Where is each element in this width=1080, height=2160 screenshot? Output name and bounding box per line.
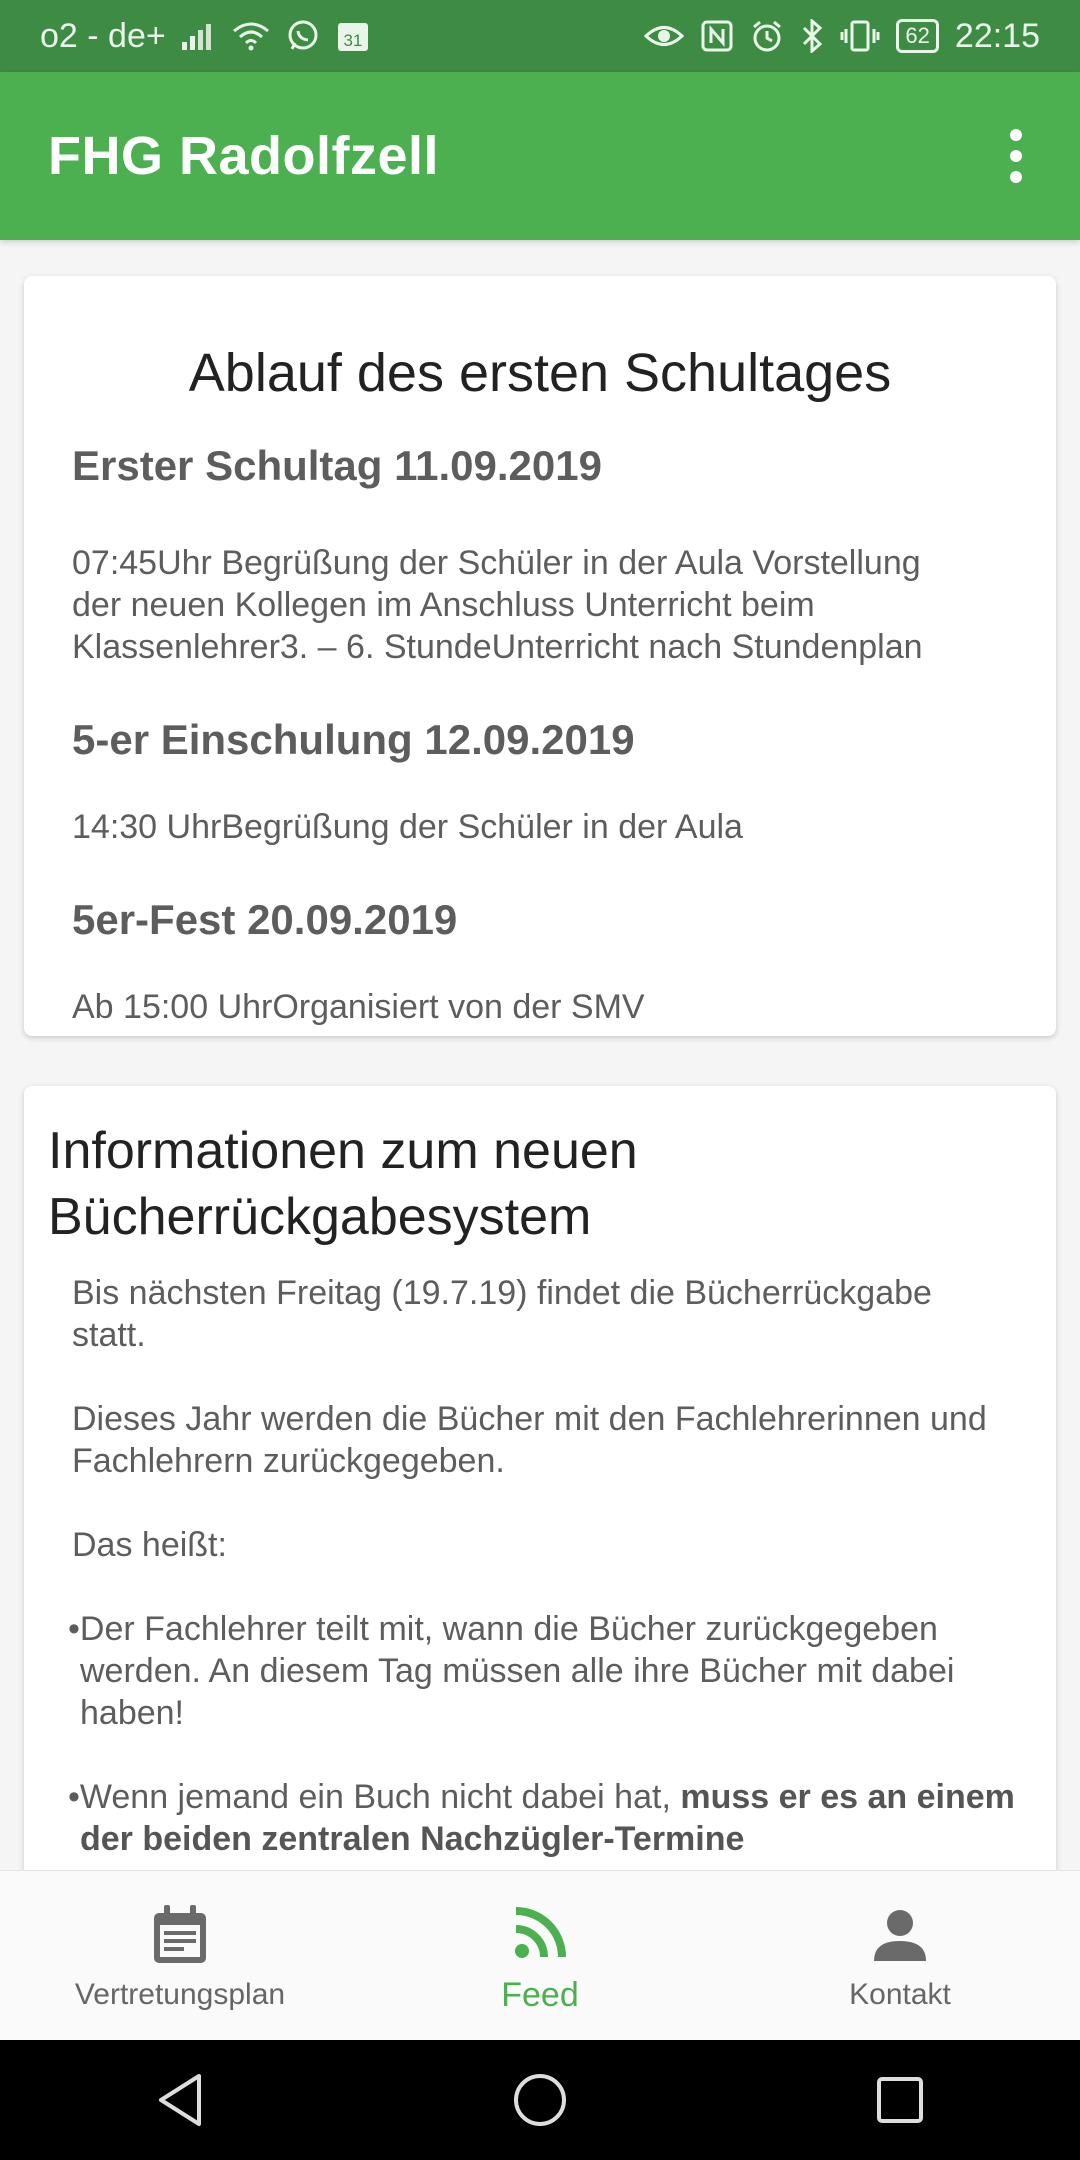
calendar-notification-icon: 31: [336, 16, 370, 56]
feed-card[interactable]: Ablauf des ersten Schultages Erster Schu…: [24, 276, 1056, 1036]
section-text-line: Ab 15:00 UhrOrganisiert von der SMV: [72, 988, 645, 1026]
recents-icon: [877, 2077, 923, 2123]
signal-icon: [181, 16, 216, 56]
calendar-icon: [150, 1900, 210, 1970]
alarm-icon: [750, 16, 784, 56]
home-icon: [514, 2074, 566, 2126]
card-title: Informationen zum neuen Bücherrückgabesy…: [48, 1118, 1008, 1250]
bottom-navigation: Vertretungsplan Feed Kontakt: [0, 1870, 1080, 2041]
status-bar: o2 - de+ 31 62 22:15: [0, 0, 1080, 72]
nav-vertretungsplan[interactable]: Vertretungsplan: [0, 1871, 360, 2041]
paragraph: Dieses Jahr werden die Bücher mit den Fa…: [72, 1400, 987, 1480]
nfc-icon: [700, 16, 734, 56]
eye-icon: [644, 16, 685, 56]
section-heading: 5-er Einschulung 12.09.2019: [72, 716, 635, 763]
wifi-icon: [232, 16, 270, 56]
clock: 22:15: [954, 16, 1040, 55]
battery-icon: 62: [896, 19, 939, 53]
nav-label: Feed: [501, 1975, 579, 2014]
nav-feed[interactable]: Feed: [360, 1871, 720, 2041]
app-title: FHG Radolfzell: [48, 126, 440, 186]
system-navigation-bar: [0, 2040, 1080, 2160]
overflow-menu-icon: [1010, 129, 1022, 141]
feed-card[interactable]: Informationen zum neuen Bücherrückgabesy…: [24, 1086, 1056, 1870]
rss-icon: [512, 1898, 568, 1968]
section-heading: Erster Schultag 11.09.2019: [72, 442, 602, 489]
section-text-line: Klassenlehrer3. – 6. StundeUnterricht na…: [72, 628, 923, 666]
nav-kontakt[interactable]: Kontakt: [720, 1871, 1080, 2041]
bluetooth-icon: [800, 16, 824, 56]
whatsapp-icon: [286, 16, 320, 56]
section-heading: 5er-Fest 20.09.2019: [72, 896, 458, 943]
status-bar-left: o2 - de+ 31: [40, 16, 370, 56]
paragraph: Das heißt:: [72, 1526, 227, 1564]
section-text-line: 14:30 UhrBegrüßung der Schüler in der Au…: [72, 808, 743, 846]
section-text-line: 07:45Uhr Begrüßung der Schüler in der Au…: [72, 544, 921, 582]
bullet-item: •Der Fachlehrer teilt mit, wann die Büch…: [68, 1610, 955, 1732]
nav-label: Kontakt: [849, 1978, 951, 2011]
back-button[interactable]: [140, 2060, 220, 2140]
status-bar-right: 62 22:15: [644, 16, 1040, 56]
paragraph: Bis nächsten Freitag (19.7.19) findet di…: [72, 1274, 932, 1354]
person-icon: [872, 1900, 928, 1970]
overflow-menu-button[interactable]: [1000, 119, 1032, 193]
app-bar: FHG Radolfzell: [0, 72, 1080, 240]
carrier-label: o2 - de+: [40, 16, 166, 55]
section-text-line: der neuen Kollegen im Anschluss Unterric…: [72, 586, 815, 624]
card-title-line: Informationen zum neuen: [48, 1122, 638, 1180]
nav-label: Vertretungsplan: [74, 1978, 286, 2011]
home-button[interactable]: [500, 2060, 580, 2140]
card-title-line: Bücherrückgabesystem: [48, 1188, 592, 1246]
back-icon: [159, 2074, 201, 2126]
calendar-day: 31: [343, 31, 362, 50]
bullet-text: •Wenn jemand ein Buch nicht dabei hat,: [68, 1778, 681, 1816]
vibrate-icon: [840, 16, 880, 56]
recents-button[interactable]: [860, 2060, 940, 2140]
bullet-item: •Wenn jemand ein Buch nicht dabei hat, m…: [68, 1776, 1030, 1860]
feed-list[interactable]: Ablauf des ersten Schultages Erster Schu…: [0, 240, 1080, 1870]
card-title: Ablauf des ersten Schultages: [188, 343, 892, 403]
